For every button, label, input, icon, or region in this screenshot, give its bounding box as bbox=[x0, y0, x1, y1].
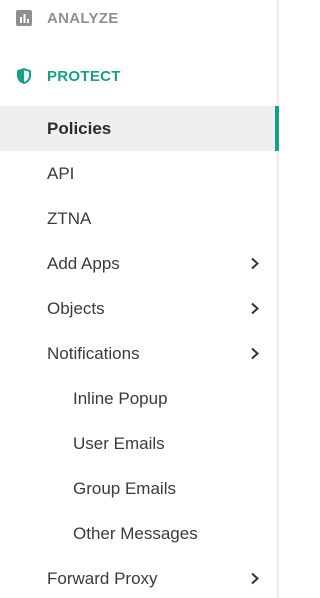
chevron-right-icon bbox=[249, 302, 261, 315]
nav-item-label: Forward Proxy bbox=[47, 568, 158, 588]
chevron-right-icon bbox=[249, 572, 261, 585]
nav-subitem-group-emails[interactable]: Group Emails bbox=[0, 466, 277, 511]
chevron-right-icon bbox=[249, 257, 261, 270]
sidebar-nav: ANALYZE PROTECT Policies API ZTNA Add Ap… bbox=[0, 0, 279, 598]
bar-chart-icon bbox=[15, 9, 33, 27]
nav-item-forward-proxy[interactable]: Forward Proxy bbox=[0, 556, 277, 598]
nav-subitem-label: Other Messages bbox=[73, 523, 198, 543]
nav-item-objects[interactable]: Objects bbox=[0, 286, 277, 331]
nav-subitem-label: Inline Popup bbox=[73, 388, 168, 408]
nav-item-label: API bbox=[47, 163, 75, 183]
nav-item-label: ZTNA bbox=[47, 208, 92, 228]
section-protect-label: PROTECT bbox=[47, 67, 121, 85]
nav-subitem-label: Group Emails bbox=[73, 478, 176, 498]
nav-item-label: Objects bbox=[47, 298, 105, 318]
nav-item-label: Notifications bbox=[47, 343, 140, 363]
nav-item-api[interactable]: API bbox=[0, 151, 277, 196]
nav-item-ztna[interactable]: ZTNA bbox=[0, 196, 277, 241]
nav-subitem-other-messages[interactable]: Other Messages bbox=[0, 511, 277, 556]
nav-item-label: Policies bbox=[47, 118, 112, 138]
nav-subitem-user-emails[interactable]: User Emails bbox=[0, 421, 277, 466]
chevron-right-icon bbox=[249, 347, 261, 360]
nav-subitem-inline-popup[interactable]: Inline Popup bbox=[0, 376, 277, 421]
section-analyze[interactable]: ANALYZE bbox=[0, 0, 277, 36]
nav-item-label: Add Apps bbox=[47, 253, 120, 273]
section-protect[interactable]: PROTECT bbox=[0, 58, 277, 94]
shield-icon bbox=[15, 67, 33, 85]
nav-item-notifications[interactable]: Notifications bbox=[0, 331, 277, 376]
section-analyze-label: ANALYZE bbox=[47, 9, 119, 27]
nav-item-add-apps[interactable]: Add Apps bbox=[0, 241, 277, 286]
nav-subitem-label: User Emails bbox=[73, 433, 165, 453]
nav-item-policies[interactable]: Policies bbox=[0, 106, 279, 151]
